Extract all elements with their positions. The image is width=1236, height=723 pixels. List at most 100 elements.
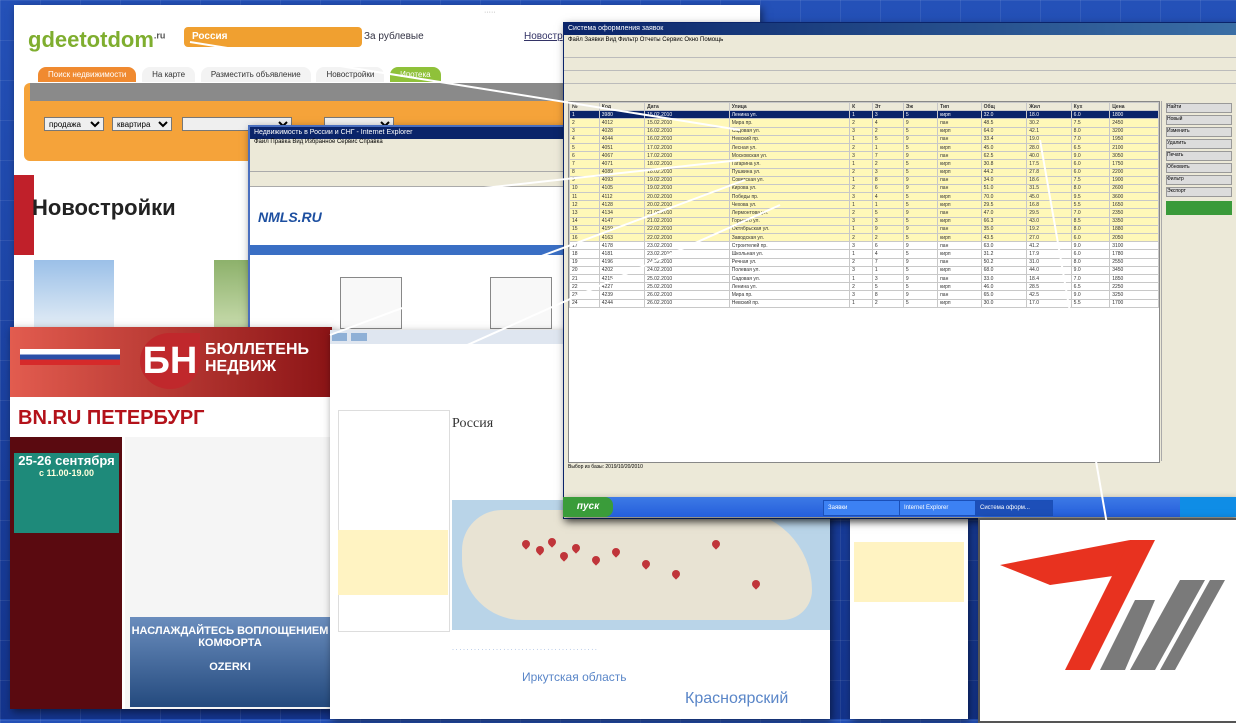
column-header[interactable]: Тип xyxy=(937,102,982,112)
table-row[interactable]: 17 4178 23.02.2010 Строителей пр. 3 6 9 пан 63.0… xyxy=(569,241,1159,251)
property-type-select[interactable]: квартира xyxy=(112,117,172,131)
region-link-krasnoyarsk[interactable]: Красноярский xyxy=(685,690,788,708)
table-row[interactable]: 2 4012 15.02.2010 Мира пр. 2 4 9 пан 48.5 30.2 7.5… xyxy=(569,118,1159,128)
table-row[interactable]: 19 4196 24.02.2010 Речная ул. 2 7 9 пан 50.2 31.0… xyxy=(569,257,1159,267)
table-cell: 6.0 xyxy=(1070,110,1111,120)
taskbar-item-2[interactable]: Internet Explorer xyxy=(899,500,977,516)
tab-search[interactable]: Поиск недвижимости xyxy=(38,67,137,82)
sidebar-promo[interactable] xyxy=(338,530,448,595)
taskbar-item-1[interactable]: Заявки xyxy=(823,500,901,516)
start-button[interactable]: пуск xyxy=(563,497,613,517)
table-cell: 1 xyxy=(849,110,873,120)
panel-button[interactable]: Новый xyxy=(1166,115,1232,125)
region-link-irkutsk[interactable]: Иркутская область xyxy=(522,670,627,684)
tab-mortgage[interactable]: Ипотека xyxy=(390,67,441,82)
tab-add[interactable]: Разместить объявление xyxy=(200,67,311,82)
panel-button[interactable]: Удалить xyxy=(1166,139,1232,149)
table-cell: 22 xyxy=(569,282,600,292)
table-row[interactable]: 15 4159 22.02.2010 Октябрьская ул. 1 9 9 пан 35.… xyxy=(569,224,1159,235)
table-row[interactable]: 10 4105 19.02.2010 Кирова ул. 2 6 9 пан 51.0 31.5… xyxy=(569,183,1159,194)
promo-banner[interactable]: НАСЛАЖДАЙТЕСЬ ВОПЛОЩЕНИЕМ КОМФОРТА OZERKI xyxy=(130,617,330,707)
toolbar-2[interactable] xyxy=(564,58,1236,71)
table-cell: 3200 xyxy=(1109,126,1159,136)
panel-button[interactable]: Изменить xyxy=(1166,127,1232,137)
floor-plan-1[interactable] xyxy=(340,277,402,329)
table-row[interactable]: 12 4128 20.02.2010 Чехова ул. 1 1 5 кирп 29.5 16.… xyxy=(569,200,1159,210)
toolbar-3[interactable] xyxy=(564,71,1236,84)
table-row[interactable]: 4 4044 16.02.2010 Невский пр. 1 5 9 пан 33.4 19.0… xyxy=(569,134,1159,144)
gdeetotdom-logo[interactable]: gdeetotdom.ru xyxy=(28,27,165,53)
table-row[interactable]: 13 4134 21.02.2010 Лермонтова ул. 2 5 9 пан 47.0… xyxy=(569,208,1159,218)
column-header[interactable]: Эт xyxy=(871,102,904,112)
panel-button[interactable]: Экспорт xyxy=(1166,187,1232,197)
panel-button[interactable]: Найти xyxy=(1166,103,1232,113)
column-header[interactable]: К xyxy=(849,102,873,112)
address-bar[interactable] xyxy=(250,172,570,187)
building-photo[interactable] xyxy=(34,260,114,330)
news-link[interactable]: Новостр xyxy=(524,31,563,42)
menu-bar[interactable]: Файл Заявки Вид Фильтр Отчеты Сервис Окн… xyxy=(564,35,1236,45)
column-header[interactable]: Жил xyxy=(1026,102,1072,112)
tab-1[interactable] xyxy=(332,333,348,341)
table-row[interactable]: 23 4239 26.02.2010 Мира пр. 3 8 9 пан 65.0 42.5 9.… xyxy=(569,290,1159,300)
table-row[interactable]: 7 4071 18.02.2010 Гагарина ул. 1 2 5 кирп 30.8 17… xyxy=(569,159,1159,169)
table-cell: 19 xyxy=(569,257,600,267)
tab-new[interactable]: Новостройки xyxy=(316,67,385,82)
event-date-box[interactable]: 25-26 сентября с 11.00-19.00 xyxy=(14,453,119,533)
info-promo-box[interactable] xyxy=(854,542,964,602)
table-cell: 17.02.2010 xyxy=(644,151,730,161)
city-selector[interactable]: Россия xyxy=(184,27,362,47)
table-row[interactable]: 8 4089 18.02.2010 Пушкина ул. 2 3 5 кирп 44.2 27.… xyxy=(569,167,1159,177)
table-cell: 35.0 xyxy=(980,224,1028,235)
table-cell: 5 xyxy=(871,282,904,292)
nmls-logo[interactable]: NMLS.RU xyxy=(258,209,322,225)
panel-button[interactable]: Печать xyxy=(1166,151,1232,161)
table-row[interactable]: 24 4244 26.02.2010 Невский пр. 1 2 5 кирп 30.0 17… xyxy=(569,298,1159,308)
table-cell: 43.0 xyxy=(1026,216,1072,226)
table-row[interactable]: 5 4051 17.02.2010 Лесная ул. 2 1 5 кирп 45.0 28.0… xyxy=(569,142,1159,153)
table-row[interactable]: 9 4093 19.02.2010 Советская ул. 1 8 9 пан 34.0 18… xyxy=(569,175,1159,185)
table-cell: пан xyxy=(937,134,982,144)
russia-map[interactable] xyxy=(452,500,830,630)
table-cell: 12 xyxy=(569,200,600,210)
tab-2[interactable] xyxy=(351,333,367,341)
table-row[interactable]: 3 4028 16.02.2010 Садовая ул. 3 2 5 кирп 64.0 42.… xyxy=(569,126,1159,136)
table-cell: 8 xyxy=(569,167,600,177)
table-cell: 64.0 xyxy=(980,126,1028,136)
table-row[interactable]: 11 4112 20.02.2010 Победы пр. 3 4 5 кирп 70.0 45.… xyxy=(569,192,1159,202)
table-cell: 1950 xyxy=(1109,134,1159,144)
table-cell: 1880 xyxy=(1109,224,1159,235)
table-row[interactable]: 18 4181 23.02.2010 Школьная ул. 1 4 5 кирп 31.2 1… xyxy=(569,249,1159,259)
floor-plan-2[interactable] xyxy=(490,277,552,329)
apply-button[interactable] xyxy=(1166,201,1232,215)
table-row[interactable]: 22 4227 25.02.2010 Ленина ул. 2 5 5 кирп 46.0 28.… xyxy=(569,282,1159,292)
records-grid[interactable]: № Код Дата Улица К Эт Эж Тип Общ Жил Кух Цена 1 3980 1… xyxy=(568,101,1160,463)
deal-type-select[interactable]: продажа xyxy=(44,117,104,131)
column-header[interactable]: Цена xyxy=(1109,102,1159,112)
region-links[interactable]: · · · · · · · · · · · · · · · · · · · · … xyxy=(452,645,822,655)
table-cell: пан xyxy=(937,241,982,251)
taskbar-item-3[interactable]: Система оформ... xyxy=(975,500,1053,516)
table-row[interactable]: 21 4215 25.02.2010 Садовая ул. 1 3 9 пан 33.0 18.… xyxy=(569,273,1159,284)
table-row[interactable]: 16 4163 22.02.2010 Заводская ул. 2 2 5 кирп 43.5… xyxy=(569,232,1159,243)
table-row[interactable]: 6 4067 17.02.2010 Московская ул. 3 7 9 пан 62.5 4… xyxy=(569,151,1159,161)
bnru-logo[interactable]: BN.RU ПЕТЕРБУРГ xyxy=(18,407,205,430)
panel-button[interactable]: Обновить xyxy=(1166,163,1232,173)
column-header[interactable]: Эж xyxy=(902,102,939,112)
column-header[interactable]: Кух xyxy=(1070,102,1111,112)
column-header[interactable]: Дата xyxy=(644,102,730,112)
currency-selector[interactable]: За рублевые xyxy=(364,31,424,42)
toolbar-1[interactable] xyxy=(564,45,1236,58)
table-row[interactable]: 20 4202 24.02.2010 Полевая ул. 3 1 5 кирп 68.0 44… xyxy=(569,265,1159,275)
tab-map[interactable]: На карте xyxy=(142,67,196,82)
panel-button[interactable]: Фильтр xyxy=(1166,175,1232,185)
column-header[interactable]: Улица xyxy=(728,102,851,112)
table-cell: Полевая ул. xyxy=(728,265,851,275)
column-header[interactable]: Общ xyxy=(980,102,1028,112)
table-row[interactable]: 14 4147 21.02.2010 Горького ул. 3 3 5 кирп 66.3 4… xyxy=(569,216,1159,226)
column-header[interactable]: Код xyxy=(598,102,646,112)
table-cell: пан xyxy=(937,257,982,267)
table-row[interactable]: 1 3980 15.02.2010 Ленина ул. 1 3 5 кирп 32.0 18.0… xyxy=(569,110,1159,120)
table-cell: 3 xyxy=(871,167,904,177)
column-header[interactable]: № xyxy=(569,102,600,112)
